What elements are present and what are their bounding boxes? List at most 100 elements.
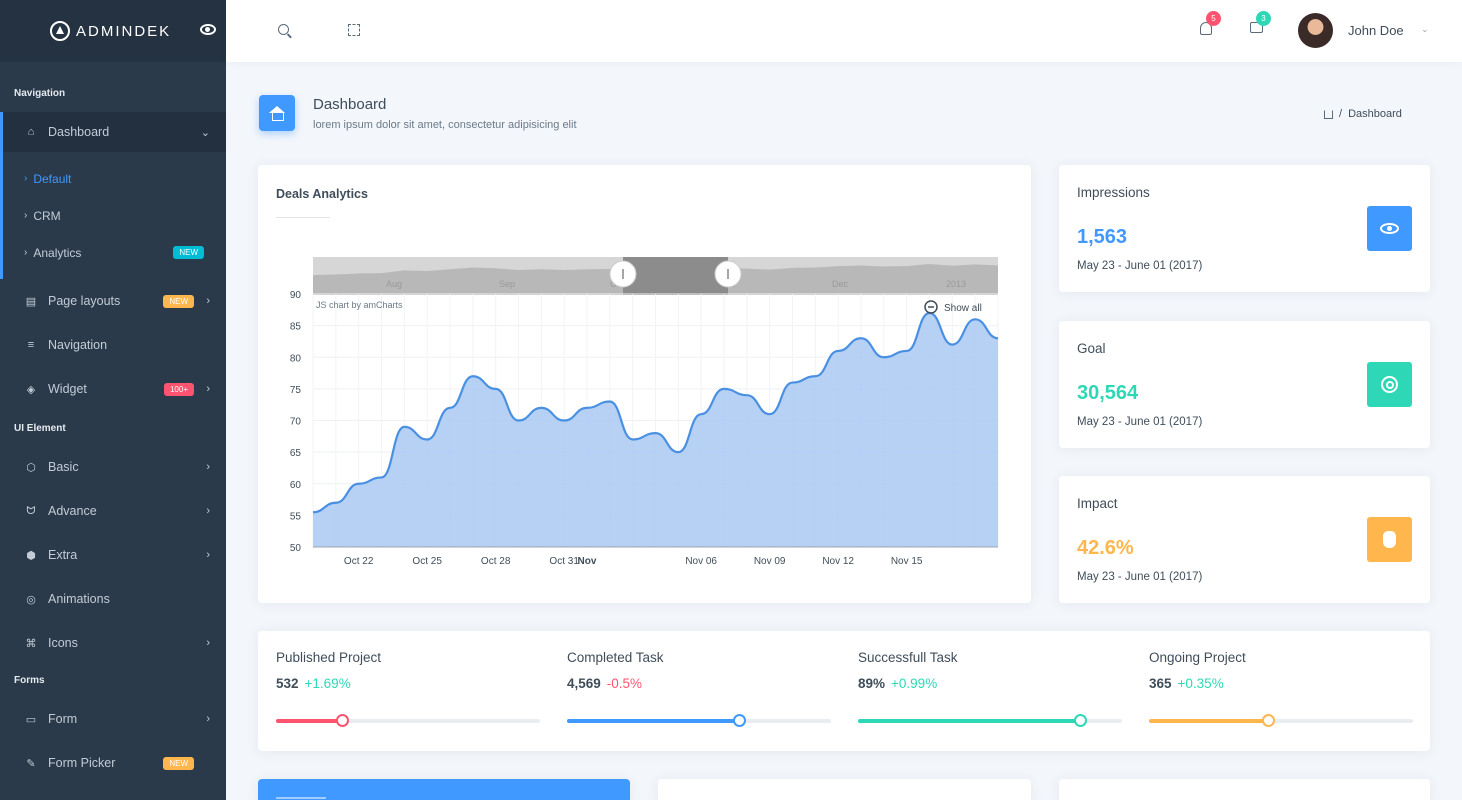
scrollbar-label: Dec [832,279,849,289]
progress-fill [276,719,342,723]
submenu-item-default[interactable]: › Default [0,160,226,197]
x-tick-label: Oct 25 [412,556,442,567]
bottom-card-blue [258,779,630,800]
user-name[interactable]: John Doe [1348,23,1404,38]
stat-label: Goal [1077,341,1106,356]
sidebar-item-page-layouts[interactable]: ▤ Page layouts NEW › [0,279,226,323]
avatar[interactable] [1298,13,1333,48]
submenu-label: CRM [33,208,61,223]
hand-icon [1383,531,1396,548]
y-tick-label: 50 [290,543,302,554]
progress-delta: +0.35% [1177,676,1224,691]
y-tick-label: 55 [290,511,302,522]
chevron-down-icon[interactable]: ⌄ [1421,24,1429,35]
box-icon: ⬡ [26,461,36,474]
chevron-right-icon: › [206,383,210,395]
sidebar-item-widget[interactable]: ◈ Widget 100+ › [0,367,226,411]
count-badge: 100+ [163,382,194,396]
sidebar-item-icons[interactable]: ⌘ Icons › [0,621,226,665]
sidebar-item-dashboard[interactable]: ⌂ Dashboard ⌄ [0,112,226,152]
topbar: 5 3 John Doe ⌄ [226,0,1462,62]
sidebar-item-label: Basic [48,460,79,474]
bottom-card-middle [658,779,1031,800]
progress-label: Completed Task [567,650,664,665]
chevron-right-icon: › [206,461,210,473]
progress-value: 532 +1.69% [276,676,351,691]
progress-track [858,714,1122,727]
chevron-right-icon: › [24,247,28,258]
nav-caption-forms: Forms [14,675,45,686]
progress-label: Successfull Task [858,650,958,665]
sidebar-item-form-picker[interactable]: ✎ Form Picker NEW [0,741,226,785]
brand[interactable]: ADMINDEK [0,0,226,62]
sidebar-item-advance[interactable]: ᗢ Advance › [0,489,226,533]
breadcrumb-current[interactable]: Dashboard [1348,108,1402,120]
impressions-button[interactable] [1367,206,1412,251]
progress-track [276,714,540,727]
brand-name: ADMINDEK [76,22,172,40]
sidebar-item-label: Icons [48,636,78,650]
y-tick-label: 70 [290,417,302,428]
submenu-item-analytics[interactable]: › Analytics NEW [0,234,226,271]
chevron-right-icon: › [206,549,210,561]
progress-card: Published Project 532 +1.69% Completed Ta… [258,631,1430,751]
target-icon [1381,376,1398,393]
nav-caption-navigation: Navigation [14,88,66,99]
sidebar-item-navigation[interactable]: ≡ Navigation [0,323,226,367]
submenu-label: Default [33,171,72,186]
progress-successfull-task: Successfull Task 89% +0.99% [858,631,1122,751]
sidebar-toggle-icon[interactable] [200,24,216,35]
progress-knob[interactable] [1073,714,1087,727]
menu-icon: ≡ [27,339,35,351]
show-all-button[interactable]: Show all [944,303,982,314]
sidebar-item-form[interactable]: ▭ Form › [0,697,226,741]
sidebar-item-label: Dashboard [48,125,110,139]
x-tick-label: Oct 31 [549,556,579,567]
deals-chart[interactable]: AugSepOctNovDec2013505560657075808590Oct… [258,165,1031,603]
page-subtitle: lorem ipsum dolor sit amet, consectetur … [313,119,577,131]
progress-value: 89% +0.99% [858,676,938,691]
chevron-right-icon: › [206,637,210,649]
progress-value: 365 +0.35% [1149,676,1224,691]
scrollbar-selection [623,257,728,295]
package-icon: ⬢ [26,549,36,562]
x-tick-label: Oct 28 [481,556,511,567]
chevron-right-icon: › [24,210,28,221]
layers-icon: ◈ [26,383,36,396]
goal-button[interactable] [1367,362,1412,407]
scrollbar-label: 2013 [946,279,966,289]
search-icon[interactable] [278,24,289,35]
progress-knob[interactable] [336,714,349,727]
sidebar-item-basic[interactable]: ⬡ Basic › [0,445,226,489]
submenu-label: Analytics [33,245,82,260]
page-home-icon [259,95,295,131]
title-divider [276,797,326,799]
sidebar-item-extra[interactable]: ⬢ Extra › [0,533,226,577]
chevron-right-icon: › [206,505,210,517]
eye-icon [1380,223,1399,234]
impact-button[interactable] [1367,517,1412,562]
breadcrumb-home-icon[interactable] [1324,109,1333,119]
impressions-card: Impressions 1,563 May 23 - June 01 (2017… [1059,165,1430,292]
impact-card: Impact 42.6% May 23 - June 01 (2017) [1059,476,1430,603]
notification-count-badge: 5 [1206,11,1221,26]
sidebar: ADMINDEK Navigation ⌂ Dashboard ⌄ › Defa… [0,0,226,800]
page-title: Dashboard [313,96,387,113]
edit-icon: ✎ [26,757,36,770]
stat-range: May 23 - June 01 (2017) [1077,571,1203,583]
x-tick-label: Nov 12 [822,556,854,567]
home-icon: ⌂ [27,126,35,138]
dashboard-submenu: › Default › CRM › Analytics NEW [0,152,226,279]
sidebar-item-animations[interactable]: ◎ Animations [0,577,226,621]
stat-label: Impressions [1077,185,1150,200]
progress-track [567,714,831,727]
submenu-item-crm[interactable]: › CRM [0,197,226,234]
progress-label: Published Project [276,650,382,665]
progress-ongoing-project: Ongoing Project 365 +0.35% [1149,631,1413,751]
breadcrumb: / Dashboard [1324,108,1402,120]
fullscreen-icon[interactable] [348,24,360,36]
progress-knob[interactable] [732,714,746,727]
nav-caption-ui-element: UI Element [14,423,66,434]
stat-value: 42.6% [1077,537,1134,559]
progress-knob[interactable] [1261,714,1275,727]
